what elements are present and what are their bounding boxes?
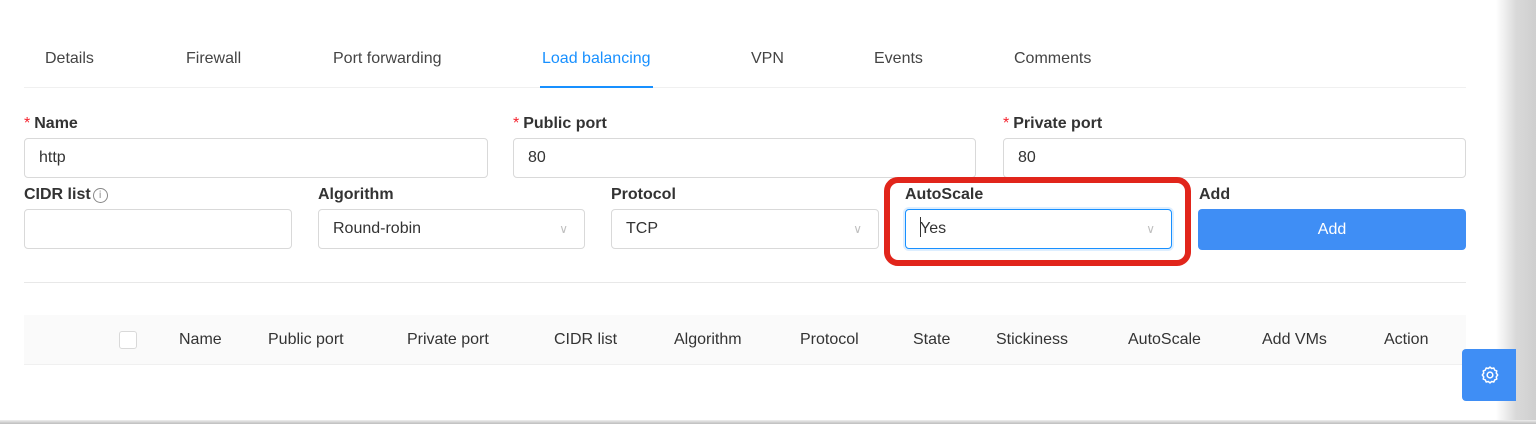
required-mark: *	[24, 115, 31, 132]
column-header-autoscale: AutoScale	[1128, 331, 1201, 348]
name-label: * Name	[24, 115, 78, 133]
tab-port-forwarding[interactable]: Port forwarding	[333, 44, 442, 88]
tab-vpn[interactable]: VPN	[751, 44, 784, 88]
private-port-input[interactable]: 80	[1003, 138, 1466, 178]
rules-table-header: Name Public port Private port CIDR list …	[24, 315, 1466, 365]
name-input[interactable]: http	[24, 138, 488, 178]
cidr-list-label-text: CIDR list	[24, 186, 91, 203]
required-mark: *	[513, 115, 520, 132]
window-bottom-edge	[0, 420, 1536, 424]
settings-button[interactable]	[1462, 349, 1516, 401]
cidr-list-input[interactable]	[24, 209, 292, 249]
column-header-action: Action	[1384, 331, 1429, 348]
protocol-select[interactable]: TCP ∨	[611, 209, 879, 249]
public-port-input[interactable]: 80	[513, 138, 976, 178]
column-header-public-port: Public port	[268, 331, 344, 348]
autoscale-highlight-box	[884, 177, 1191, 266]
private-port-label: * Private port	[1003, 115, 1102, 133]
tab-bar: Details Firewall Port forwarding Load ba…	[24, 44, 1466, 88]
column-header-name: Name	[179, 331, 222, 348]
add-label: Add	[1199, 186, 1231, 203]
protocol-label: Protocol	[611, 186, 676, 203]
column-header-protocol: Protocol	[800, 331, 859, 348]
column-header-cidr-list: CIDR list	[554, 331, 618, 348]
column-header-private-port: Private port	[407, 331, 489, 348]
name-label-text: Name	[34, 115, 78, 132]
protocol-selected-value: TCP	[626, 220, 658, 237]
public-port-label-text: Public port	[523, 115, 607, 132]
load-balancing-panel: Details Firewall Port forwarding Load ba…	[0, 0, 1536, 424]
add-button[interactable]: Add	[1198, 209, 1466, 250]
column-header-stickiness: Stickiness	[996, 331, 1069, 348]
column-header-add-vms: Add VMs	[1262, 331, 1327, 348]
select-all-checkbox[interactable]	[119, 331, 137, 349]
required-mark: *	[1003, 115, 1010, 132]
tab-firewall[interactable]: Firewall	[186, 44, 241, 88]
private-port-label-text: Private port	[1013, 115, 1103, 132]
tab-events[interactable]: Events	[874, 44, 923, 88]
section-divider	[24, 282, 1466, 283]
chevron-down-icon: ∨	[853, 222, 862, 236]
gear-icon	[1481, 366, 1499, 384]
tab-details[interactable]: Details	[45, 44, 94, 88]
chevron-down-icon: ∨	[559, 222, 568, 236]
algorithm-select[interactable]: Round-robin ∨	[318, 209, 585, 249]
public-port-label: * Public port	[513, 115, 607, 133]
column-header-algorithm: Algorithm	[674, 331, 742, 348]
info-circle-icon[interactable]: i	[92, 188, 108, 203]
column-header-state: State	[913, 331, 951, 348]
tab-load-balancing[interactable]: Load balancing	[540, 44, 653, 88]
cidr-list-label: CIDR list i	[24, 186, 108, 204]
tab-comments[interactable]: Comments	[1014, 44, 1091, 88]
algorithm-label: Algorithm	[318, 186, 394, 203]
algorithm-selected-value: Round-robin	[333, 220, 422, 237]
